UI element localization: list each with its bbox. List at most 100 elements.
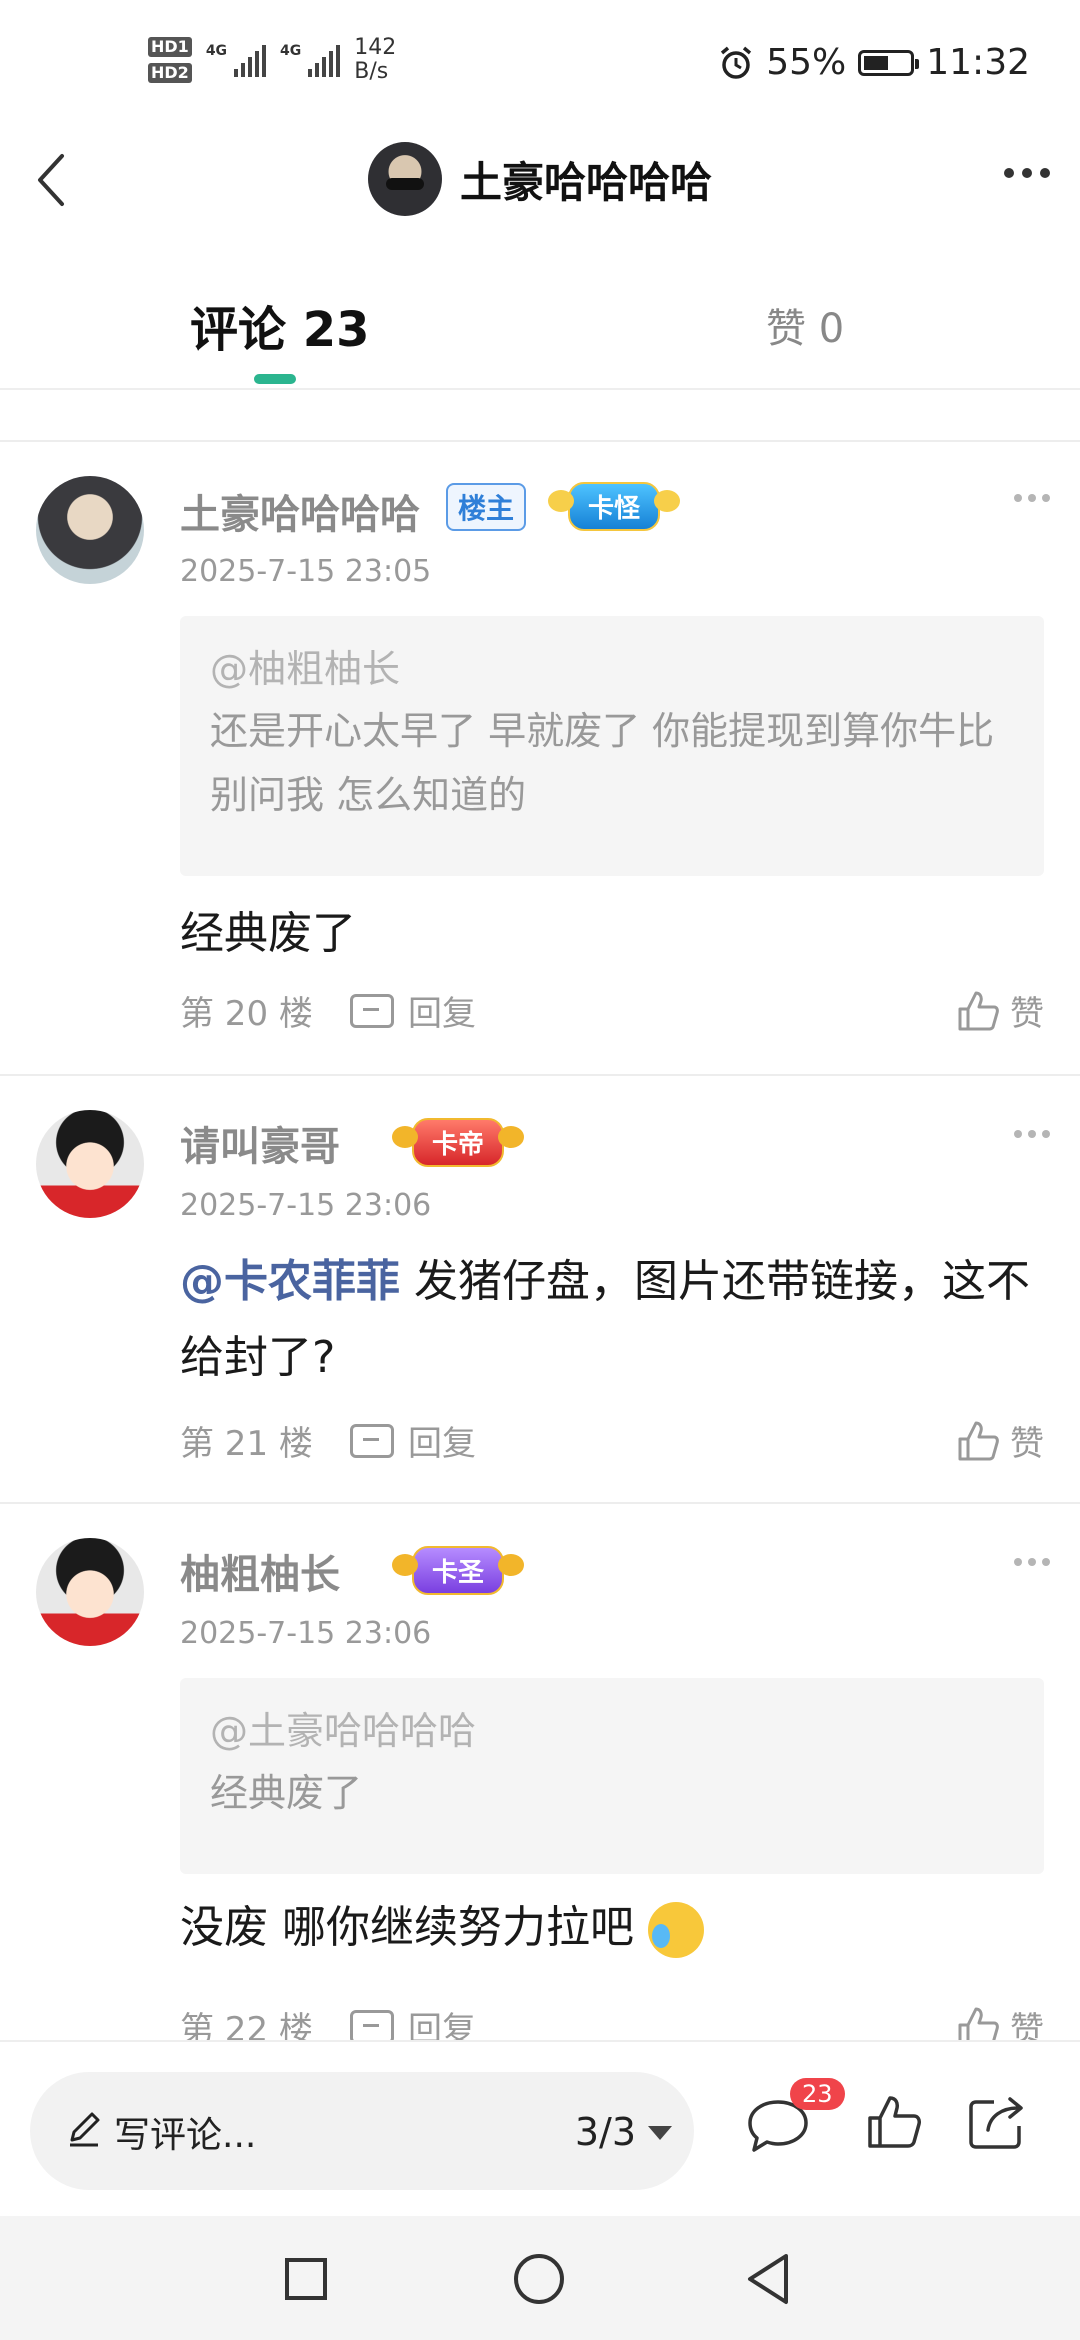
like-button[interactable]: 赞 [956, 2002, 1044, 2040]
page-indicator[interactable]: 3/3 [575, 2110, 636, 2154]
nav-back-icon[interactable] [744, 2252, 792, 2306]
quote-text: 还是开心太早了 早就废了 你能提现到算你牛比 别问我 怎么知道的 [210, 709, 995, 817]
alarm-icon [721, 46, 752, 79]
reply-label: 回复 [408, 1424, 476, 1464]
sim1-badge: HD1 [148, 37, 192, 57]
reply-icon [350, 1423, 394, 1458]
comment-time: 2025-7-15 23:06 [180, 1188, 432, 1223]
avatar[interactable] [36, 1110, 144, 1218]
network-type-2: 4G [280, 43, 302, 59]
user-header[interactable]: 土豪哈哈哈哈 [0, 142, 1080, 216]
comment-time: 2025-7-15 23:05 [180, 554, 432, 589]
speed-value: 142 [354, 35, 397, 60]
comment-time: 2025-7-15 23:06 [180, 1616, 432, 1651]
share-icon[interactable] [966, 2094, 1028, 2152]
comment-author[interactable]: 柚粗柚长 [180, 1542, 340, 1600]
reply-icon [350, 2009, 394, 2040]
owner-badge: 楼主 [446, 482, 527, 531]
like-icon [958, 1421, 999, 1460]
like-button[interactable]: 赞 [956, 986, 1044, 1035]
signal-icon-1: 4G [205, 43, 267, 77]
network-type-1: 4G [205, 43, 228, 59]
reply-button[interactable]: 回复 [350, 986, 476, 1035]
rank-badge: 卡圣 [391, 1546, 525, 1595]
sim-indicators: HD1 HD2 [148, 37, 192, 83]
tab-indicator [254, 374, 296, 384]
comment-feed[interactable]: 土豪哈哈哈哈 楼主 卡怪 2025-7-15 23:05 @柚粗柚长 还是开心太… [0, 388, 1080, 2040]
comment-item: 柚粗柚长 卡圣 2025-7-15 23:06 @土豪哈哈哈哈 经典废了 没废 … [0, 1502, 1080, 2040]
nav-square-icon[interactable] [285, 2258, 327, 2300]
more-icon[interactable] [1004, 168, 1050, 178]
comment-text: 没废 哪你继续努力拉吧 [180, 1890, 1040, 1966]
floor-number: 第 22 楼 [180, 2010, 313, 2040]
author-badges: 楼主 卡怪 [446, 482, 681, 531]
rank-badge: 卡怪 [548, 482, 681, 531]
like-icon [958, 991, 999, 1030]
avatar[interactable] [36, 476, 144, 584]
comment-author[interactable]: 土豪哈哈哈哈 [180, 482, 420, 540]
comment-text: @卡农菲菲 发猪仔盘，图片还带链接，这不给封了? [180, 1244, 1040, 1396]
comment-author[interactable]: 请叫豪哥 [180, 1114, 340, 1172]
write-comment-input[interactable]: 写评论... 3/3 [30, 2072, 694, 2190]
quoted-comment[interactable]: @柚粗柚长 还是开心太早了 早就废了 你能提现到算你牛比 别问我 怎么知道的 [180, 616, 1044, 876]
comment-more-icon[interactable] [1014, 1130, 1050, 1138]
author-badges: 卡圣 [391, 1546, 525, 1595]
pencil-icon [70, 2112, 100, 2147]
status-bar: HD1 HD2 4G 4G 142 B/s 55% 11:32 [0, 0, 1080, 130]
reply-label: 回复 [408, 2010, 476, 2040]
nav-home-icon[interactable] [514, 2254, 564, 2304]
system-nav-bar [0, 2216, 1080, 2340]
comment-item: 请叫豪哥 卡帝 2025-7-15 23:06 @卡农菲菲 发猪仔盘，图片还带链… [0, 1074, 1080, 1504]
crying-laughing-emoji-icon [648, 1902, 704, 1958]
rank-badge: 卡帝 [391, 1118, 525, 1167]
quote-text: 经典废了 [210, 1771, 363, 1815]
battery-percent: 55% [766, 42, 847, 83]
quoted-comment[interactable]: @土豪哈哈哈哈 经典废了 [180, 1678, 1044, 1874]
reply-icon [350, 993, 394, 1028]
floor-number: 第 20 楼 [180, 994, 313, 1034]
comment-item: 土豪哈哈哈哈 楼主 卡怪 2025-7-15 23:05 @柚粗柚长 还是开心太… [0, 440, 1080, 1076]
comment-text: 经典废了 [180, 908, 356, 959]
like-icon[interactable] [866, 2094, 922, 2150]
author-badges: 卡帝 [391, 1118, 525, 1167]
avatar[interactable] [36, 1538, 144, 1646]
network-speed: 142 B/s [354, 36, 396, 84]
mention-link[interactable]: @卡农菲菲 [180, 1256, 400, 1307]
status-right: 55% 11:32 [718, 42, 1030, 83]
comment-footer: 第 20 楼 回复 赞 [180, 986, 1044, 1036]
reply-button[interactable]: 回复 [350, 2002, 476, 2040]
comment-footer: 第 21 楼 回复 赞 [180, 1416, 1044, 1466]
user-avatar[interactable] [367, 142, 442, 216]
tab-comments[interactable]: 评论 23 [190, 290, 370, 360]
like-label: 赞 [1010, 2010, 1044, 2040]
battery-fill [864, 55, 889, 70]
status-left: HD1 HD2 4G 4G 142 B/s [148, 36, 396, 84]
page-dropdown-caret-icon[interactable] [648, 2126, 672, 2140]
quote-author: @土豪哈哈哈哈 [210, 1709, 477, 1753]
like-button[interactable]: 赞 [956, 1416, 1044, 1465]
floor-number: 第 21 楼 [180, 1424, 313, 1464]
bottom-action-bar: 写评论... 3/3 23 [0, 2040, 1080, 2218]
signal-icon-2: 4G [280, 43, 341, 77]
comment-more-icon[interactable] [1014, 494, 1050, 502]
comment-count-badge: 23 [790, 2078, 845, 2110]
partial-previous-comment [0, 388, 1080, 442]
speed-unit: B/s [354, 59, 389, 84]
page-title: 土豪哈哈哈哈 [459, 157, 712, 207]
like-icon [958, 2007, 999, 2040]
like-label: 赞 [1010, 1424, 1044, 1464]
clock: 11:32 [926, 42, 1030, 83]
comment-more-icon[interactable] [1014, 1558, 1050, 1566]
top-nav: 土豪哈哈哈哈 [0, 130, 1080, 230]
tab-bar: 评论 23 赞 0 [0, 270, 1080, 390]
write-comment-placeholder: 写评论... [114, 2115, 257, 2156]
comment-body: 没废 哪你继续努力拉吧 [180, 1902, 634, 1953]
battery-icon [858, 49, 920, 76]
quote-author: @柚粗柚长 [210, 647, 401, 691]
reply-button[interactable]: 回复 [350, 1416, 476, 1465]
tab-likes[interactable]: 赞 0 [766, 296, 844, 354]
like-label: 赞 [1010, 994, 1044, 1034]
comment-footer: 第 22 楼 回复 赞 [180, 2002, 1044, 2040]
reply-label: 回复 [408, 994, 476, 1034]
sim2-badge: HD2 [148, 63, 192, 83]
